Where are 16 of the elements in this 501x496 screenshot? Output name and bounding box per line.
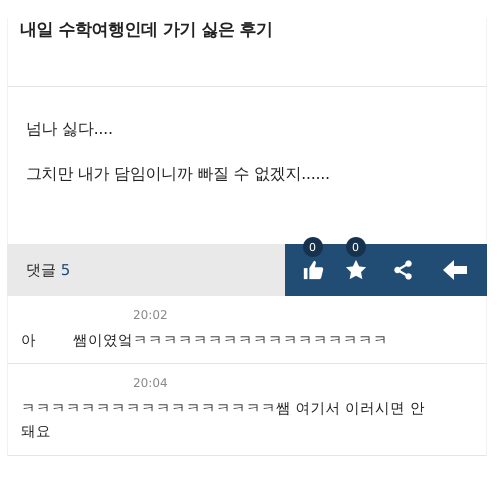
thumbs-up-icon [302, 259, 324, 281]
post-text: 넘나 싫다.... [26, 119, 114, 140]
like-button[interactable] [302, 259, 324, 281]
comment-count: 댓글 5 [26, 260, 70, 280]
favorite-button[interactable] [344, 259, 366, 281]
share-icon [392, 259, 414, 281]
back-arrow-icon [442, 259, 466, 281]
comment-time: 20:02 [132, 308, 169, 322]
like-count: 0 [302, 237, 322, 257]
post-text: 그치만 내가 담임이니까 빠질 수 없겠지...... [26, 164, 331, 185]
post-title: 내일 수학여행인데 가기 싫은 후기 [19, 19, 274, 41]
comment-text: ㅋㅋㅋㅋㅋㅋㅋㅋㅋㅋㅋㅋㅋㅋㅋㅋㅋ쌤 여기서 이러시면 안 돼요 [21, 400, 426, 442]
comment-text: 아 쌤이였엌ㅋㅋㅋㅋㅋㅋㅋㅋㅋㅋㅋㅋㅋㅋㅋㅋㅋ [21, 332, 389, 351]
star-icon [344, 259, 366, 281]
favorite-count: 0 [346, 237, 366, 257]
comment-time: 20:04 [132, 376, 169, 390]
